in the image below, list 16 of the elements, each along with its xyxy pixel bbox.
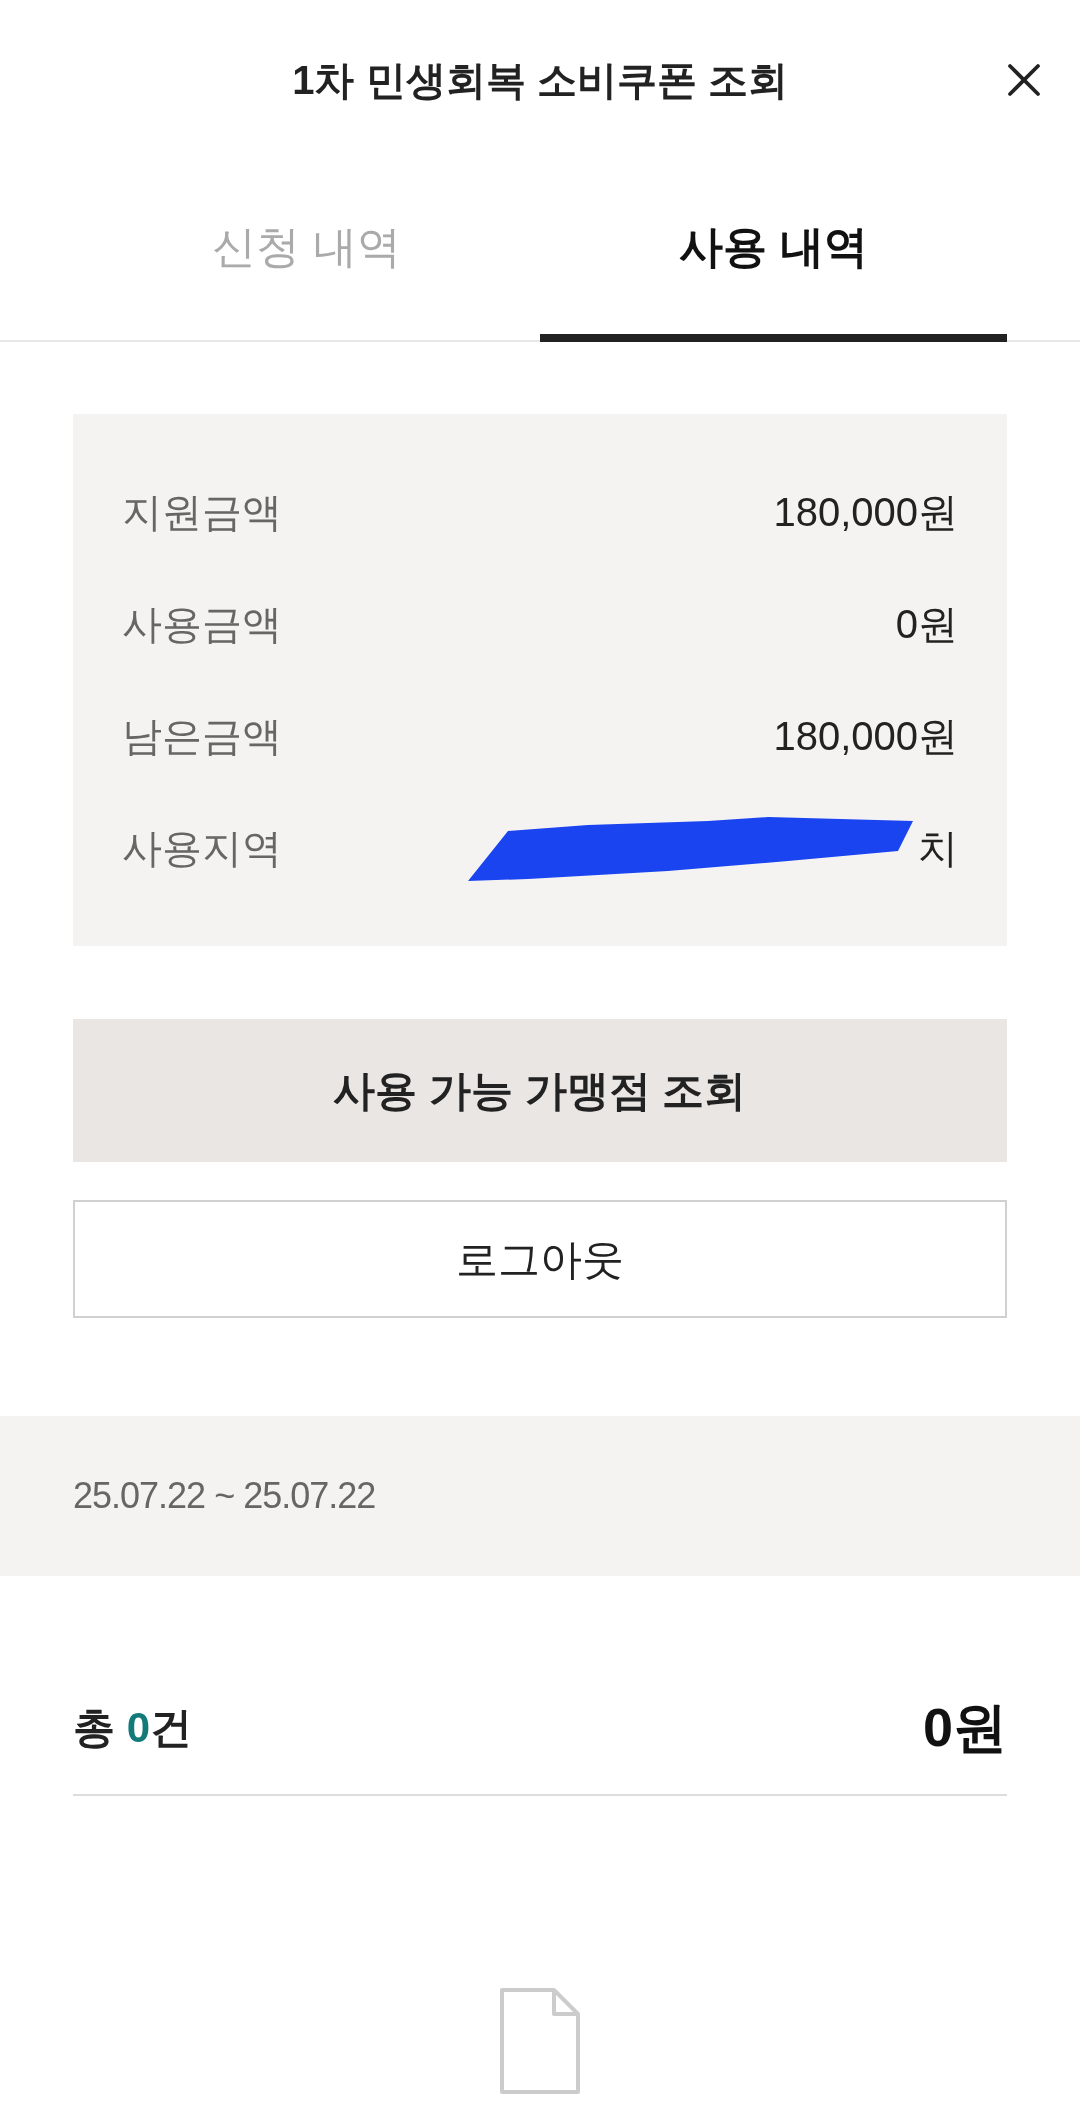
total-count: 총 0건 [73,1702,193,1753]
store-search-button[interactable]: 사용 가능 가맹점 조회 [73,1019,1007,1162]
total-amount: 0원 [922,1695,1007,1759]
summary-label: 사용금액 [122,601,282,648]
document-icon [498,1986,582,2096]
summary-label: 지원금액 [122,489,282,536]
summary-label: 사용지역 [122,825,282,872]
tab[interactable]: 사용 내역 [540,160,1007,342]
summary-value: 0원 [895,601,958,648]
summary-value: 치 [918,825,958,872]
summary-value: 180,000원 [773,489,958,536]
summary-label: 남은금액 [122,713,282,760]
page-title: 1차 민생회복 소비쿠폰 조회 [292,57,788,104]
logout-button[interactable]: 로그아웃 [73,1200,1007,1318]
period-text: 25.07.22 ~ 25.07.22 [73,1474,376,1518]
summary-value: 180,000원 [773,713,958,760]
